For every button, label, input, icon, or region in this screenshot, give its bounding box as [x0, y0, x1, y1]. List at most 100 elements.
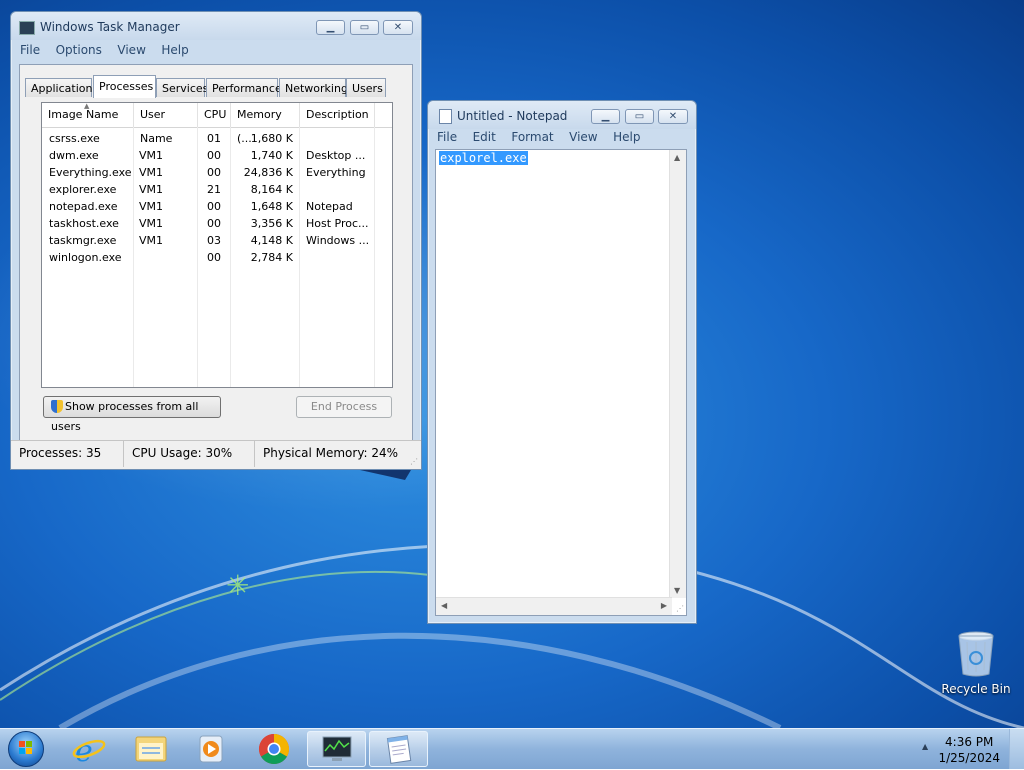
window-title: Untitled - Notepad [457, 109, 568, 123]
cell-cpu: 00 [207, 251, 221, 264]
status-processes: Processes: 35 [11, 441, 124, 467]
chrome-icon[interactable] [244, 731, 300, 767]
cell-cpu: 01 [207, 132, 221, 145]
vertical-scrollbar[interactable]: ▲ ▼ [669, 150, 686, 598]
cell-memory: 2,784 K [250, 251, 293, 264]
cell-description: Everything [306, 166, 366, 179]
minimize-button[interactable]: ▁ [316, 20, 345, 35]
task-manager-icon[interactable] [307, 731, 366, 767]
svg-text:✳: ✳ [226, 569, 249, 602]
notepad-icon[interactable] [369, 731, 428, 767]
column-description[interactable]: Description [300, 103, 375, 127]
task-manager-window: Windows Task Manager ▁ ▭ ✕ File Options … [10, 11, 422, 470]
recycle-bin-icon [958, 631, 994, 677]
tab-processes[interactable]: Processes [93, 75, 156, 98]
cell-user-name: VM1 [139, 166, 164, 179]
column-image-name[interactable]: Image Name ▲ [42, 103, 134, 127]
menu-edit[interactable]: Edit [467, 129, 502, 145]
table-row[interactable]: csrss.exe 01 1,680 K [42, 130, 392, 147]
menu-bar: File Options View Help [17, 42, 415, 60]
menu-bar: File Edit Format View Help [434, 129, 690, 147]
cell-cpu: 00 [207, 166, 221, 179]
process-list[interactable]: Image Name ▲ User Name CPU Memory (... D… [41, 102, 393, 388]
recycle-bin-shortcut[interactable]: Recycle Bin [938, 630, 1014, 696]
scroll-right-icon[interactable]: ▶ [661, 601, 667, 610]
show-all-users-button[interactable]: Show processes from all users [43, 396, 221, 433]
cell-memory: 1,740 K [250, 149, 293, 162]
table-row[interactable]: taskhost.exe VM1 00 3,356 K Host Proc... [42, 215, 392, 232]
cell-image-name: taskhost.exe [49, 217, 119, 230]
cell-image-name: taskmgr.exe [49, 234, 117, 247]
tab-applications[interactable]: Applications [25, 78, 98, 97]
table-row[interactable]: taskmgr.exe VM1 03 4,148 K Windows ... [42, 232, 392, 249]
cell-image-name: csrss.exe [49, 132, 100, 145]
show-hidden-icons-icon[interactable]: ▲ [922, 742, 928, 751]
end-process-button[interactable]: End Process [296, 396, 392, 418]
table-row[interactable]: winlogon.exe 00 2,784 K [42, 249, 392, 266]
resize-grip-icon[interactable]: ⋰ [676, 604, 684, 613]
task-manager-app-icon [19, 21, 35, 35]
cell-description: Desktop ... [306, 149, 366, 162]
taskbar: e ▲ 4:36 PM 1/25/2024 [0, 728, 1024, 769]
tab-services[interactable]: Services [156, 78, 208, 97]
close-button[interactable]: ✕ [383, 20, 413, 35]
notepad-titlebar[interactable]: Untitled - Notepad ▁ ▭ ✕ [428, 101, 696, 129]
cell-image-name: explorer.exe [49, 183, 117, 196]
menu-file[interactable]: File [17, 42, 46, 58]
file-explorer-icon[interactable] [122, 731, 178, 767]
cell-image-name: Everything.exe [49, 166, 132, 179]
svg-text:e: e [75, 734, 93, 767]
menu-view[interactable]: View [111, 42, 151, 58]
text-editor[interactable]: explorel.exe ▲ ▼ ◀ ▶ ⋰ [435, 149, 687, 616]
cell-user-name: VM1 [139, 200, 164, 213]
task-manager-titlebar[interactable]: Windows Task Manager ▁ ▭ ✕ [11, 12, 421, 40]
show-desktop-button[interactable] [1009, 729, 1024, 769]
window-title: Windows Task Manager [40, 20, 180, 34]
cell-memory: 24,836 K [243, 166, 293, 179]
column-user-name[interactable]: User Name [134, 103, 198, 145]
resize-grip-icon[interactable]: ⋰ [410, 457, 418, 466]
column-memory[interactable]: Memory (... [231, 103, 300, 145]
cell-memory: 1,680 K [250, 132, 293, 145]
horizontal-scrollbar[interactable]: ◀ ▶ [436, 597, 672, 615]
internet-explorer-icon[interactable]: e [61, 731, 117, 769]
cell-user-name: VM1 [139, 217, 164, 230]
table-row[interactable]: dwm.exe VM1 00 1,740 K Desktop ... [42, 147, 392, 164]
close-button[interactable]: ✕ [658, 109, 688, 124]
clock-time: 4:36 PM [945, 735, 994, 749]
cell-user-name: VM1 [139, 234, 164, 247]
scroll-left-icon[interactable]: ◀ [441, 601, 447, 610]
cell-cpu: 21 [207, 183, 221, 196]
cell-memory: 1,648 K [250, 200, 293, 213]
menu-view[interactable]: View [563, 129, 603, 145]
table-row[interactable]: notepad.exe VM1 00 1,648 K Notepad [42, 198, 392, 215]
start-orb-icon[interactable] [8, 731, 44, 767]
cell-image-name: notepad.exe [49, 200, 118, 213]
media-player-icon[interactable] [183, 731, 239, 767]
cell-image-name: dwm.exe [49, 149, 99, 162]
menu-file[interactable]: File [434, 129, 463, 145]
tab-networking[interactable]: Networking [279, 78, 348, 97]
system-clock[interactable]: 4:36 PM 1/25/2024 [938, 734, 1000, 766]
menu-help[interactable]: Help [155, 42, 194, 58]
menu-help[interactable]: Help [607, 129, 646, 145]
status-bar: Processes: 35 CPU Usage: 30% Physical Me… [11, 440, 421, 469]
minimize-button[interactable]: ▁ [591, 109, 620, 124]
tab-performance[interactable]: Performance [206, 78, 282, 97]
table-row[interactable]: Everything.exe VM1 00 24,836 K Everythin… [42, 164, 392, 181]
status-cpu-usage: CPU Usage: 30% [124, 441, 255, 467]
recycle-bin-label: Recycle Bin [941, 682, 1011, 696]
maximize-button[interactable]: ▭ [350, 20, 379, 35]
tab-users[interactable]: Users [346, 78, 386, 97]
table-row[interactable]: explorer.exe VM1 21 8,164 K [42, 181, 392, 198]
maximize-button[interactable]: ▭ [625, 109, 654, 124]
column-cpu[interactable]: CPU [198, 103, 231, 127]
menu-options[interactable]: Options [50, 42, 108, 58]
scroll-down-icon[interactable]: ▼ [674, 586, 680, 595]
scroll-up-icon[interactable]: ▲ [674, 153, 680, 162]
menu-format[interactable]: Format [505, 129, 559, 145]
uac-shield-icon [51, 400, 63, 413]
cell-memory: 3,356 K [250, 217, 293, 230]
selected-text[interactable]: explorel.exe [439, 151, 528, 165]
status-physical-memory: Physical Memory: 24% [263, 446, 399, 460]
